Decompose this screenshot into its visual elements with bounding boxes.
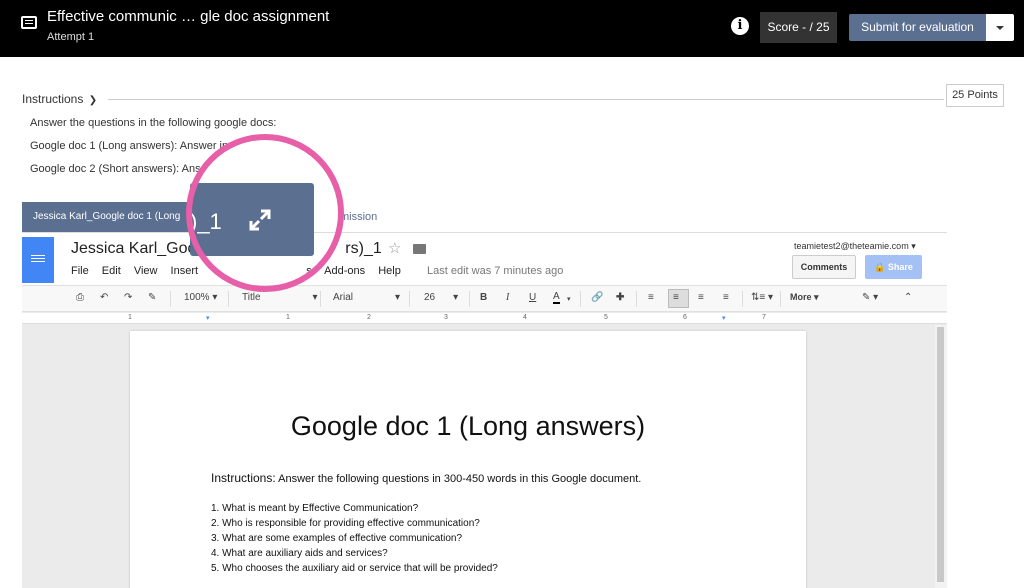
redo-icon[interactable]: ↷ <box>124 292 132 303</box>
underline-icon[interactable]: U <box>529 292 536 303</box>
instructions-toggle[interactable]: Instructions ❯ <box>22 92 97 106</box>
add-comment-icon[interactable]: ✚ <box>616 292 624 303</box>
submit-button[interactable]: Submit for evaluation <box>849 14 986 41</box>
gdoc-toolbar: ⎙ ↶ ↷ ✎ 100% ▾ Title ▾ Arial ▾ 26 ▾ B I U A… <box>22 285 947 312</box>
divider <box>108 99 944 100</box>
account-email[interactable]: teamietest2@theteamie.com ▾ <box>794 241 916 252</box>
attempt-label: Attempt 1 <box>47 31 95 43</box>
right-indent-marker[interactable]: ▾ <box>722 314 726 322</box>
gdoc-header: Jessica Karl_Goog rs)_1 ☆ File Edit View … <box>22 233 947 285</box>
folder-icon[interactable] <box>413 244 426 254</box>
scrollbar[interactable] <box>935 325 947 588</box>
menu-insert[interactable]: Insert <box>171 265 199 277</box>
align-center-icon[interactable]: ≡ <box>673 292 679 303</box>
paint-format-icon[interactable]: ✎ <box>148 292 156 303</box>
line-spacing-icon[interactable]: ⇅≡ ▾ <box>751 292 773 303</box>
align-right-icon[interactable]: ≡ <box>698 292 704 303</box>
style-select[interactable]: Title ▾ <box>242 292 318 303</box>
points-badge: 25 Points <box>946 84 1004 107</box>
document-title: Google doc 1 (Long answers) <box>290 411 646 441</box>
highlight-ring <box>186 134 344 292</box>
ruler[interactable]: 1 ▾ 1 2 3 4 5 6 ▾ 7 <box>22 313 947 324</box>
last-edit-status[interactable]: Last edit was 7 minutes ago <box>427 265 563 277</box>
gdoc-title-right: rs)_1 <box>345 240 382 257</box>
tab-submission[interactable]: mission <box>340 211 377 223</box>
more-menu[interactable]: More ▾ <box>790 292 819 303</box>
submit-dropdown-button[interactable] <box>986 14 1014 41</box>
chevron-down-icon: ❯ <box>88 95 98 106</box>
menu-view[interactable]: View <box>134 265 158 277</box>
chevron-down-icon[interactable]: ▾ <box>567 295 571 303</box>
divider <box>742 291 743 307</box>
divider <box>469 291 470 307</box>
info-icon[interactable]: i <box>731 17 749 35</box>
comments-button[interactable]: Comments <box>792 255 856 279</box>
assignment-title: Effective communic … gle doc assignment <box>47 8 330 25</box>
edit-mode-icon[interactable]: ✎ ▾ <box>862 292 878 303</box>
menu-help[interactable]: Help <box>378 265 401 277</box>
document-instructions: Instructions: Answer the following quest… <box>211 471 641 485</box>
question-item: 5. Who chooses the auxiliary aid or serv… <box>211 563 498 574</box>
top-bar: Effective communic … gle doc assignment … <box>0 0 1024 57</box>
menu-add-ons[interactable]: Add-ons <box>324 265 365 277</box>
bold-icon[interactable]: B <box>480 292 487 303</box>
instructions-heading: Instructions: <box>211 471 276 485</box>
divider <box>780 291 781 307</box>
google-doc-embed[interactable]: Jessica Karl_Goog rs)_1 ☆ File Edit View … <box>22 233 947 588</box>
print-icon[interactable]: ⎙ <box>76 292 84 303</box>
question-item: 1. What is meant by Effective Communicat… <box>211 503 419 514</box>
instructions-label: Instructions <box>22 92 84 106</box>
font-size-select[interactable]: 26 ▾ <box>424 292 458 303</box>
collapse-toolbar-icon[interactable]: ⌃ <box>904 292 912 303</box>
document-page[interactable]: Google doc 1 (Long answers) Instructions… <box>130 331 806 588</box>
question-item: 2. Who is responsible for providing effe… <box>211 518 480 529</box>
divider <box>228 291 229 307</box>
tab-google-doc-1[interactable]: Jessica Karl_Google doc 1 (Long <box>22 202 199 232</box>
font-select[interactable]: Arial ▾ <box>333 292 400 303</box>
zoom-select[interactable]: 100% ▾ <box>184 292 217 303</box>
divider <box>636 291 637 307</box>
undo-icon[interactable]: ↶ <box>100 292 108 303</box>
link-icon[interactable]: 🔗 <box>591 292 603 303</box>
document-icon <box>21 16 37 29</box>
italic-icon[interactable]: I <box>506 292 509 303</box>
menu-edit[interactable]: Edit <box>102 265 121 277</box>
divider <box>409 291 410 307</box>
docs-logo-icon[interactable] <box>22 237 54 283</box>
divider <box>170 291 171 307</box>
instruction-line: Google doc 2 (Short answers): Ans <box>30 163 201 175</box>
question-item: 3. What are some examples of effective c… <box>211 533 463 544</box>
menu-file[interactable]: File <box>71 265 89 277</box>
divider <box>580 291 581 307</box>
score-badge: Score - / 25 <box>760 12 837 43</box>
share-button[interactable]: 🔒 Share <box>865 255 922 279</box>
instruction-line: Google doc 1 (Long answers): Answer in <box>30 140 229 152</box>
left-indent-marker[interactable]: ▾ <box>206 314 210 322</box>
divider <box>320 291 321 307</box>
star-icon[interactable]: ☆ <box>388 239 401 257</box>
align-left-icon[interactable]: ≡ <box>648 292 654 303</box>
instruction-line: Answer the questions in the following go… <box>30 117 277 129</box>
justify-icon[interactable]: ≡ <box>723 292 729 303</box>
instructions-body: Answer the following questions in 300-45… <box>278 473 642 485</box>
gdoc-title-left: Jessica Karl_Goog <box>71 240 206 257</box>
text-color-icon[interactable]: A <box>553 292 560 304</box>
question-item: 4. What are auxiliary aids and services? <box>211 548 388 559</box>
